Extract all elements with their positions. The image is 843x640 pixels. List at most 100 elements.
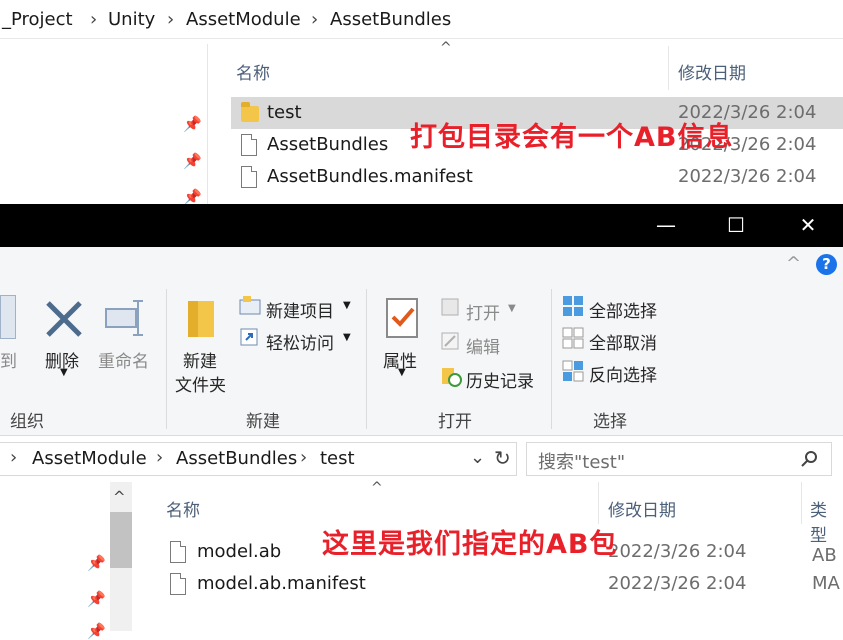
easy-access-button[interactable]: 轻松访问 bbox=[266, 329, 334, 354]
column-header-date[interactable]: 修改日期 bbox=[678, 59, 746, 84]
history-icon[interactable] bbox=[440, 365, 462, 387]
chevron-right-icon: › bbox=[300, 447, 308, 468]
invert-selection-button[interactable]: 反向选择 bbox=[589, 361, 657, 386]
file-icon bbox=[170, 573, 186, 595]
select-all-button[interactable]: 全部选择 bbox=[589, 297, 657, 322]
rename-icon[interactable] bbox=[104, 299, 148, 337]
folder-icon bbox=[241, 102, 259, 122]
column-header-name[interactable]: 名称 bbox=[166, 496, 200, 521]
rename-button[interactable]: 重命名 bbox=[98, 347, 149, 372]
file-row-model-ab-manifest[interactable]: model.ab.manifest 2022/3/26 2:04 MA bbox=[166, 568, 843, 600]
minimize-button[interactable]: — bbox=[636, 204, 696, 247]
file-list: ^ 名称 修改日期 类型 model.ab 2022/3/26 2:04 AB … bbox=[136, 480, 843, 631]
file-date: 2022/3/26 2:04 bbox=[608, 541, 747, 562]
properties-icon[interactable] bbox=[385, 297, 419, 339]
new-folder-label-1[interactable]: 新建 bbox=[183, 347, 217, 372]
new-folder-label-2[interactable]: 文件夹 bbox=[175, 371, 226, 396]
search-placeholder: 搜索"test" bbox=[538, 452, 626, 473]
group-label-organize: 组织 bbox=[10, 412, 44, 432]
file-name: AssetBundles.manifest bbox=[267, 166, 473, 187]
nav-pane-divider bbox=[207, 44, 208, 204]
column-divider[interactable] bbox=[598, 482, 599, 524]
file-icon bbox=[170, 541, 186, 563]
scrollbar-thumb[interactable] bbox=[110, 512, 132, 568]
file-row-assetbundles-manifest[interactable]: AssetBundles.manifest 2022/3/26 2:04 bbox=[231, 161, 843, 193]
group-divider bbox=[366, 289, 367, 429]
dropdown-arrow-icon[interactable]: ▼ bbox=[343, 300, 351, 311]
annotation-top: 打包目录会有一个AB信息 bbox=[410, 122, 734, 153]
sort-up-icon: ^ bbox=[440, 40, 452, 56]
dropdown-arrow-icon[interactable]: ▼ bbox=[60, 367, 68, 378]
ribbon: ^ ? 到 删除 ▼ 重命名 组织 新建 文件夹 新建项目 ▼ 轻松访问 ▼ 新… bbox=[0, 247, 843, 436]
file-icon bbox=[241, 134, 257, 156]
column-header-date[interactable]: 修改日期 bbox=[608, 496, 676, 521]
title-bar: — ☐ ✕ bbox=[0, 204, 843, 247]
file-icon bbox=[241, 166, 257, 188]
delete-icon[interactable] bbox=[44, 299, 84, 339]
maximize-button[interactable]: ☐ bbox=[706, 204, 766, 247]
navigation-pane: ^ 📌 📌 📌 bbox=[0, 482, 136, 640]
open-button[interactable]: 打开 bbox=[466, 299, 500, 324]
easy-access-icon[interactable] bbox=[239, 327, 261, 347]
pin-icon: 📌 bbox=[183, 115, 202, 133]
breadcrumb-assetbundles[interactable]: AssetBundles bbox=[330, 9, 451, 30]
move-to-label[interactable]: 到 bbox=[0, 347, 17, 372]
search-input[interactable]: 搜索"test" bbox=[526, 442, 832, 476]
collapse-ribbon-icon[interactable]: ^ bbox=[786, 253, 801, 274]
refresh-icon[interactable]: ↻ bbox=[494, 446, 511, 470]
scroll-up-icon[interactable]: ^ bbox=[113, 488, 126, 506]
background-explorer-window: _Project › Unity › AssetModule › AssetBu… bbox=[0, 0, 843, 206]
search-icon[interactable] bbox=[801, 450, 819, 468]
pin-icon: 📌 bbox=[87, 554, 106, 572]
chevron-right-icon: › bbox=[311, 9, 319, 30]
group-label-open: 打开 bbox=[438, 412, 472, 432]
group-divider bbox=[166, 289, 167, 429]
select-none-icon[interactable] bbox=[562, 327, 584, 349]
select-none-button[interactable]: 全部取消 bbox=[589, 329, 657, 354]
dropdown-arrow-icon[interactable]: ▼ bbox=[343, 332, 351, 343]
breadcrumb-assetbundles[interactable]: AssetBundles bbox=[176, 448, 297, 469]
history-button[interactable]: 历史记录 bbox=[466, 367, 534, 392]
address-bar[interactable]: › AssetModule › AssetBundles › test ⌄ ↻ bbox=[0, 442, 517, 476]
chevron-right-icon: › bbox=[156, 447, 164, 468]
chevron-right-icon: › bbox=[167, 9, 175, 30]
new-item-button[interactable]: 新建项目 bbox=[266, 297, 334, 322]
chevron-right-icon: › bbox=[10, 447, 18, 468]
sort-up-icon: ^ bbox=[371, 480, 383, 496]
open-icon[interactable] bbox=[440, 297, 460, 317]
pin-icon: 📌 bbox=[87, 590, 106, 608]
pin-icon: 📌 bbox=[183, 152, 202, 170]
breadcrumb-unity[interactable]: Unity bbox=[108, 9, 155, 30]
breadcrumb-assetmodule[interactable]: AssetModule bbox=[186, 9, 301, 30]
edit-button[interactable]: 编辑 bbox=[466, 333, 500, 358]
column-header-name[interactable]: 名称 bbox=[236, 59, 270, 84]
group-divider bbox=[551, 289, 552, 429]
new-item-icon[interactable] bbox=[239, 295, 261, 315]
column-divider[interactable] bbox=[801, 482, 802, 524]
edit-icon[interactable] bbox=[440, 331, 460, 351]
dropdown-arrow-icon[interactable]: ▼ bbox=[398, 367, 406, 378]
new-folder-icon[interactable] bbox=[186, 297, 218, 339]
help-icon[interactable]: ? bbox=[816, 254, 837, 275]
select-all-icon[interactable] bbox=[562, 295, 584, 317]
file-name: model.ab bbox=[197, 541, 282, 562]
breadcrumb-test[interactable]: test bbox=[320, 448, 355, 469]
address-bar-row: › AssetModule › AssetBundles › test ⌄ ↻ … bbox=[0, 436, 843, 482]
file-date: 2022/3/26 2:04 bbox=[608, 573, 747, 594]
file-name: AssetBundles bbox=[267, 134, 389, 155]
divider bbox=[0, 38, 843, 39]
pin-icon: 📌 bbox=[87, 622, 106, 640]
breadcrumb-project[interactable]: _Project bbox=[2, 9, 73, 30]
chevron-right-icon: › bbox=[90, 9, 98, 30]
annotation-bottom: 这里是我们指定的AB包 bbox=[322, 529, 618, 560]
move-to-icon[interactable] bbox=[0, 295, 16, 339]
chevron-down-icon[interactable]: ⌄ bbox=[470, 447, 485, 468]
file-name: model.ab.manifest bbox=[197, 573, 366, 594]
file-name: test bbox=[267, 102, 302, 123]
close-button[interactable]: ✕ bbox=[778, 204, 838, 247]
file-date: 2022/3/26 2:04 bbox=[678, 166, 817, 187]
invert-selection-icon[interactable] bbox=[562, 360, 584, 382]
column-divider[interactable] bbox=[668, 46, 669, 90]
dropdown-arrow-icon[interactable]: ▼ bbox=[508, 303, 516, 314]
breadcrumb-assetmodule[interactable]: AssetModule bbox=[32, 448, 147, 469]
